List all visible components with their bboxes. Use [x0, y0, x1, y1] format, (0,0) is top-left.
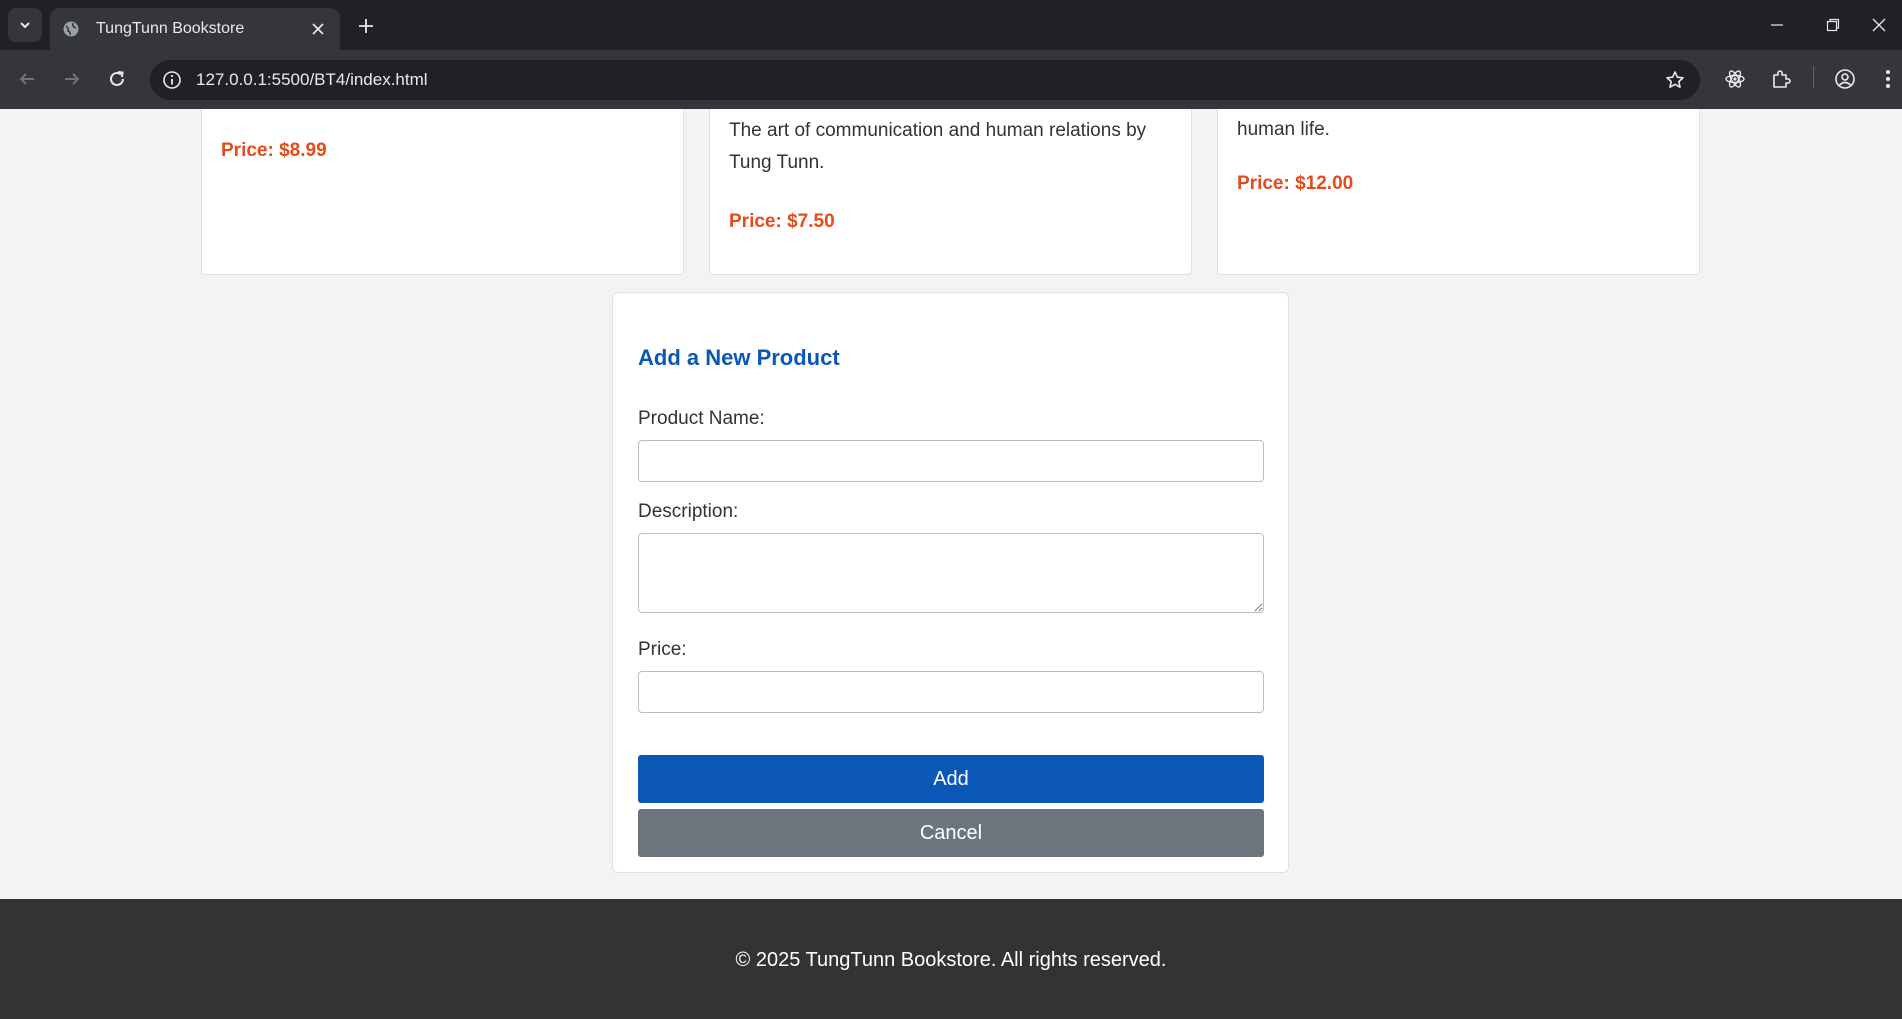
site-info-icon[interactable]	[162, 70, 182, 90]
cancel-button[interactable]: Cancel	[638, 809, 1264, 857]
product-price: Price: $12.00	[1237, 173, 1354, 194]
arrow-right-icon	[65, 73, 80, 85]
restore-button[interactable]	[1810, 0, 1856, 50]
browser-menu-icon[interactable]	[1878, 66, 1898, 92]
product-price: Price: $7.50	[729, 211, 835, 232]
product-price: Price: $8.99	[221, 140, 327, 161]
tab-search-button[interactable]	[8, 8, 42, 42]
add-button[interactable]: Add	[638, 755, 1264, 803]
price-label: Price:	[638, 639, 687, 660]
page-viewport: Price: $8.99 The art of communication an…	[0, 109, 1902, 1019]
close-window-button[interactable]	[1856, 0, 1902, 50]
chevron-down-icon	[20, 22, 30, 29]
close-tab-icon[interactable]	[308, 19, 328, 39]
product-description: human life.	[1237, 119, 1330, 140]
toolbar-separator	[1813, 66, 1814, 88]
product-description: The art of communication and human relat…	[729, 120, 1147, 173]
back-button[interactable]	[11, 63, 43, 95]
arrow-left-icon	[19, 73, 34, 85]
add-product-form: Add a New Product Product Name: Descript…	[612, 292, 1289, 873]
browser-toolbar: 127.0.0.1:5500/BT4/index.html	[0, 50, 1902, 109]
form-title: Add a New Product	[638, 345, 840, 370]
product-name-input[interactable]	[638, 440, 1264, 482]
globe-icon	[62, 20, 80, 38]
minimize-button[interactable]	[1754, 0, 1800, 50]
browser-tab-bar: TungTunn Bookstore	[0, 0, 1902, 50]
product-card: human life. Price: $12.00	[1217, 109, 1700, 275]
new-tab-button[interactable]	[352, 12, 380, 40]
product-name-label: Product Name:	[638, 408, 765, 429]
tab-title: TungTunn Bookstore	[96, 20, 245, 37]
reload-button[interactable]	[101, 63, 133, 95]
footer-copyright: © 2025 TungTunn Bookstore. All rights re…	[735, 949, 1167, 971]
browser-tab[interactable]: TungTunn Bookstore	[50, 8, 340, 50]
forward-button[interactable]	[56, 63, 88, 95]
minimize-icon	[1771, 24, 1783, 26]
price-input[interactable]	[638, 671, 1264, 713]
restore-icon	[1826, 18, 1840, 32]
product-card: Price: $8.99	[201, 109, 684, 275]
product-card: The art of communication and human relat…	[709, 109, 1192, 275]
description-textarea[interactable]	[638, 533, 1264, 613]
address-bar[interactable]: 127.0.0.1:5500/BT4/index.html	[150, 60, 1700, 100]
profile-icon[interactable]	[1832, 66, 1858, 92]
close-icon	[1872, 18, 1886, 32]
page-footer: © 2025 TungTunn Bookstore. All rights re…	[0, 899, 1902, 1019]
extensions-icon[interactable]	[1768, 66, 1794, 92]
react-devtools-icon[interactable]	[1722, 66, 1748, 92]
bookmark-star-icon[interactable]	[1664, 69, 1686, 91]
reload-icon	[110, 71, 124, 86]
url-text: 127.0.0.1:5500/BT4/index.html	[196, 70, 428, 89]
description-label: Description:	[638, 501, 739, 522]
plus-icon	[359, 19, 373, 33]
